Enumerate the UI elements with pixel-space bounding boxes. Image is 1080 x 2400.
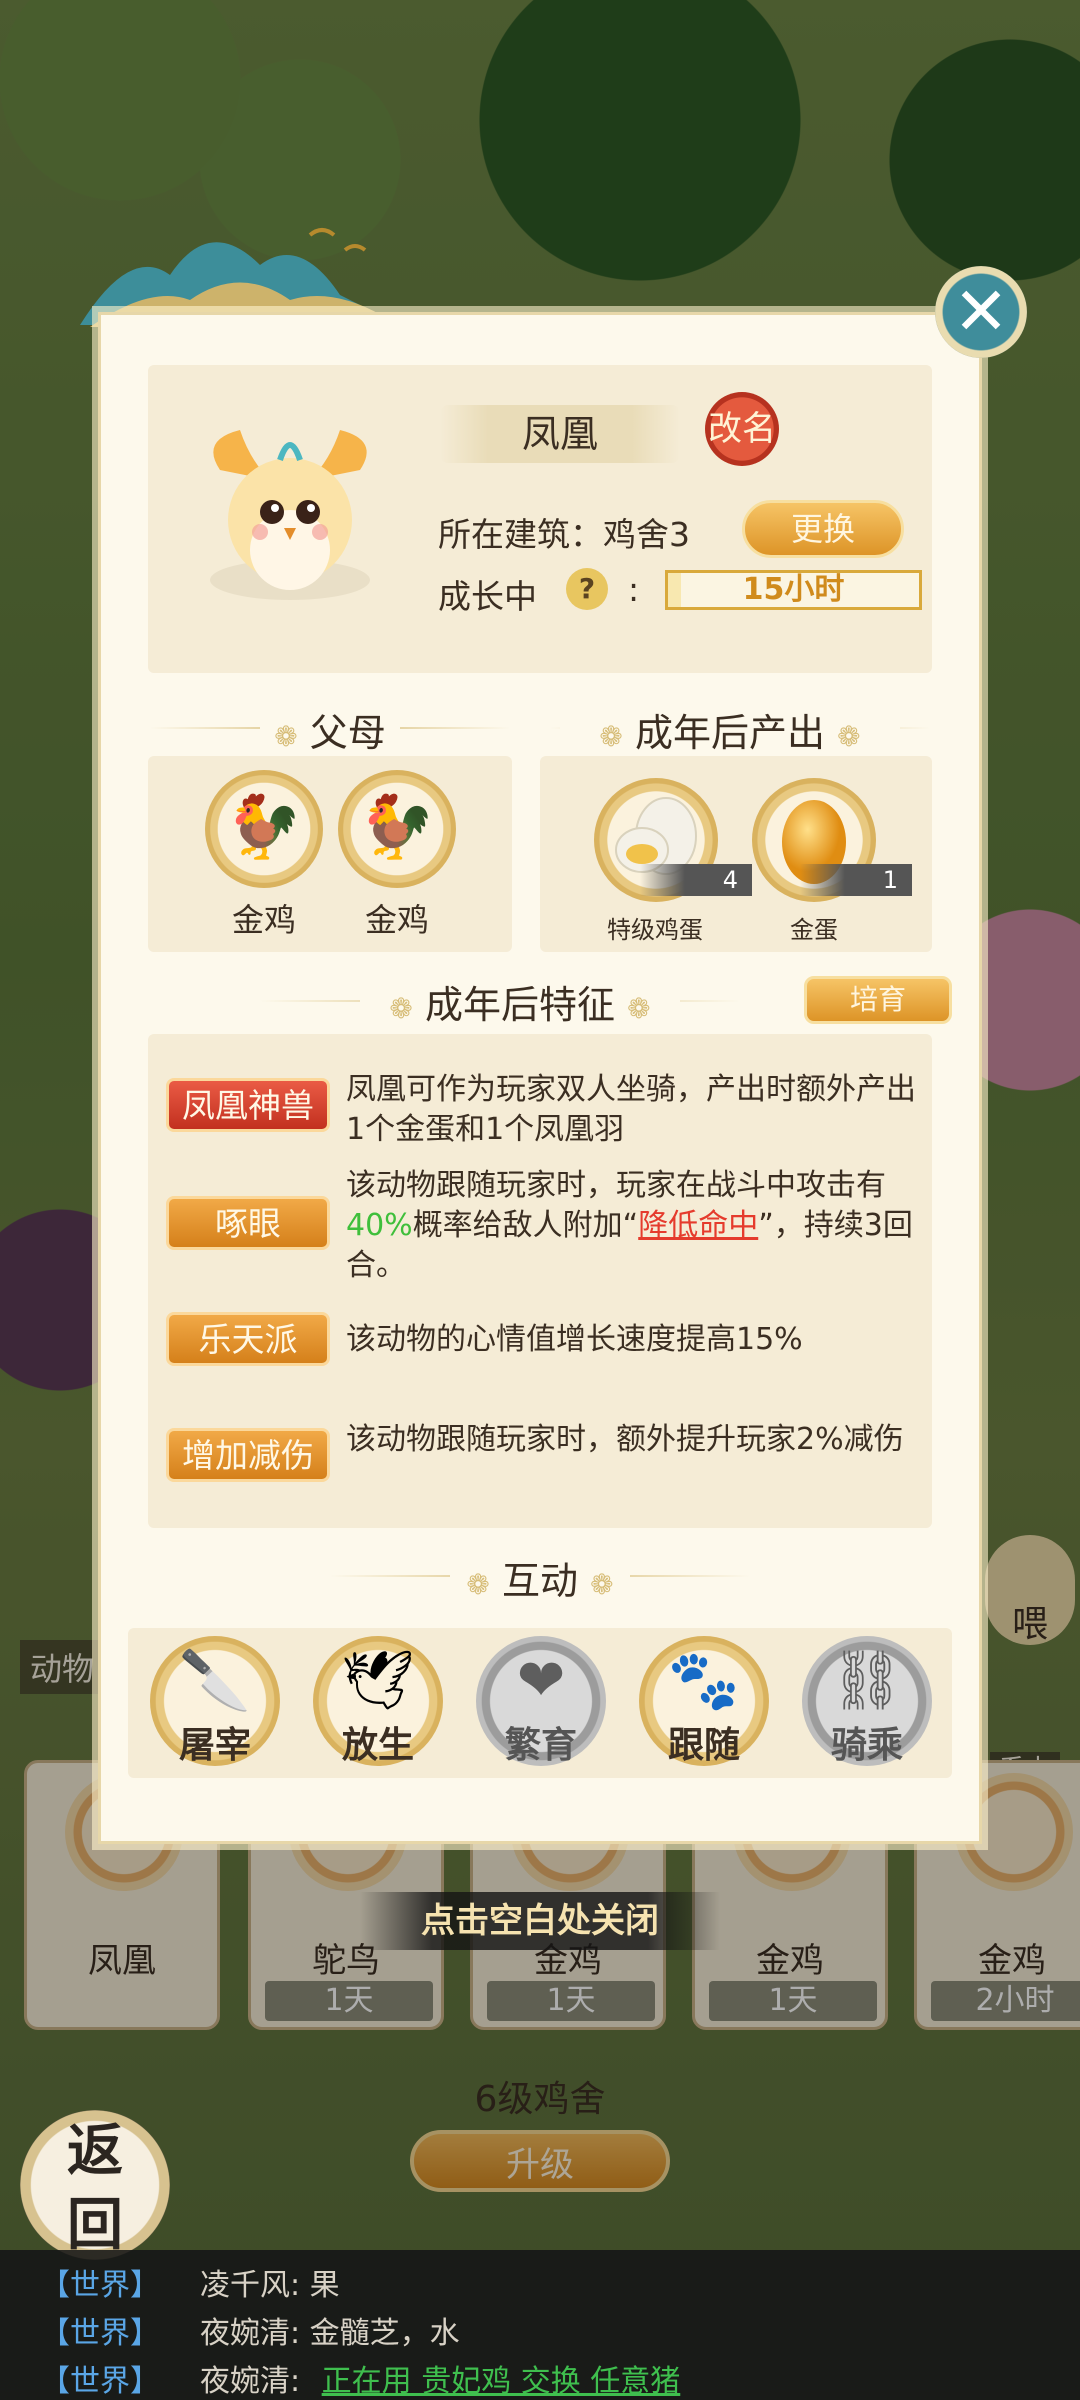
- back-button[interactable]: 返回: [20, 2110, 170, 2260]
- parent-avatar[interactable]: 🐓: [205, 770, 323, 888]
- help-icon[interactable]: ?: [566, 568, 608, 610]
- action-label: 屠宰: [178, 1724, 251, 1766]
- golden-chicken-icon: 🐓: [358, 790, 436, 863]
- trait-tag[interactable]: 乐天派: [166, 1312, 330, 1366]
- chat-speaker: 夜婉清:: [200, 2364, 301, 2399]
- chat-channel: 【世界】: [40, 2268, 160, 2303]
- chat-channel: 【世界】: [40, 2316, 160, 2351]
- release-button[interactable]: 🕊 放生: [313, 1636, 443, 1766]
- phoenix-avatar: [210, 430, 370, 600]
- close-icon: ✕: [953, 273, 1009, 350]
- trait-tag[interactable]: 增加减伤: [166, 1428, 330, 1482]
- action-label: 繁育: [504, 1724, 577, 1766]
- trait-description: 该动物跟随玩家时，额外提升玩家2%减伤: [346, 1422, 904, 1457]
- golden-chicken-icon: 🐓: [225, 790, 303, 863]
- debuff-link[interactable]: 降低命中: [638, 1208, 758, 1243]
- rename-button[interactable]: 改名: [705, 392, 779, 466]
- parent-name: 金鸡: [231, 901, 296, 939]
- chat-message: 凌千风: 果: [200, 2268, 340, 2303]
- chat-channel: 【世界】: [40, 2364, 160, 2399]
- interaction-heading: ❁ 互动 ❁: [450, 1550, 630, 1605]
- trait-text: 概率给敌人附加“: [412, 1208, 639, 1243]
- parent-name: 金鸡: [364, 901, 429, 939]
- trait-tag[interactable]: 啄眼: [166, 1196, 330, 1250]
- output-heading-text: 成年后产出: [634, 711, 825, 755]
- output-heading: ❁ 成年后产出 ❁: [560, 702, 900, 757]
- chat-line: 【世界】 夜婉清: 金髓芝，水: [40, 2308, 460, 2352]
- chat-line: 【世界】 夜婉清: 正在用 贵妃鸡 交换 任意猪: [40, 2356, 680, 2400]
- growth-colon: :: [628, 570, 640, 609]
- trait-description: 该动物的心情值增长速度提高15%: [346, 1322, 803, 1357]
- parents-heading-text: 父母: [309, 711, 386, 755]
- bird-icon: 🕊: [341, 1646, 415, 1714]
- growth-time: 15小时: [742, 572, 845, 607]
- interaction-heading-text: 互动: [501, 1559, 578, 1603]
- action-label: 骑乘: [830, 1724, 903, 1766]
- change-building-button[interactable]: 更换: [742, 500, 904, 558]
- saddle-icon: ⛓: [830, 1646, 904, 1714]
- parent-avatar[interactable]: 🐓: [338, 770, 456, 888]
- back-button-label: 返回: [67, 2118, 123, 2258]
- breed-button[interactable]: 培育: [804, 976, 952, 1024]
- growth-label: 成长中: [438, 577, 537, 616]
- action-label: 跟随: [667, 1724, 740, 1766]
- growth-progress-bar: 15小时: [665, 570, 922, 610]
- close-hint: 点击空白处关闭: [360, 1892, 720, 1950]
- trait-tag[interactable]: 凤凰神兽: [166, 1078, 330, 1132]
- slaughter-button[interactable]: 🔪 屠宰: [150, 1636, 280, 1766]
- chat-panel[interactable]: 【世界】 凌千风: 果 【世界】 夜婉清: 金髓芝，水 【世界】 夜婉清: 正在用 贵…: [0, 2250, 1080, 2400]
- trait-text: 该动物跟随玩家时，玩家在战斗中攻击有: [346, 1168, 886, 1203]
- chat-message: 夜婉清: 金髓芝，水: [200, 2316, 460, 2351]
- chat-line: 【世界】 凌千风: 果: [40, 2260, 340, 2304]
- cleaver-icon: 🔪: [178, 1646, 252, 1714]
- breed-action-button[interactable]: ❤ 繁育: [476, 1636, 606, 1766]
- close-button[interactable]: ✕: [935, 266, 1027, 358]
- pawprint-icon: 🐾: [667, 1646, 741, 1714]
- trade-link[interactable]: 正在用 贵妃鸡 交换 任意猪: [322, 2364, 681, 2399]
- animal-name: 凤凰: [440, 405, 680, 463]
- output-name: 金蛋: [790, 916, 838, 944]
- output-count: 4: [640, 864, 752, 896]
- follow-button[interactable]: 🐾 跟随: [639, 1636, 769, 1766]
- ride-button[interactable]: ⛓ 骑乘: [802, 1636, 932, 1766]
- output-name: 特级鸡蛋: [607, 916, 703, 944]
- trait-description: 凤凰可作为玩家双人坐骑，产出时额外产出1个金蛋和1个凤凰羽: [346, 1072, 916, 1147]
- parents-section: [148, 756, 512, 952]
- trait-chance: 40%: [346, 1208, 413, 1243]
- trait-description: 该动物跟随玩家时，玩家在战斗中攻击有40%概率给敌人附加“降低命中”，持续3回合…: [346, 1166, 926, 1286]
- traits-heading: ❁ 成年后特征 ❁: [360, 974, 680, 1029]
- building-label: 所在建筑：鸡舍3: [438, 515, 690, 554]
- output-count: 1: [800, 864, 912, 896]
- action-label: 放生: [341, 1724, 414, 1766]
- hearts-icon: ❤: [516, 1646, 566, 1714]
- traits-heading-text: 成年后特征: [424, 983, 615, 1027]
